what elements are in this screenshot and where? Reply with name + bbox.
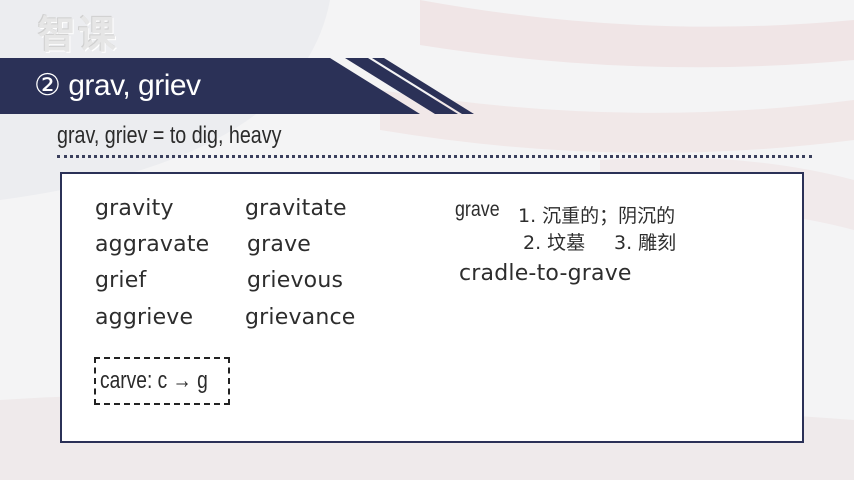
word-grievous: grievous xyxy=(247,268,344,293)
grave-sense-3: 3. 雕刻 xyxy=(614,232,677,254)
word-grief: grief xyxy=(95,268,147,293)
grave-sense-1: 1. 沉重的；阴沉的 xyxy=(518,205,676,227)
page-title: ② grav, griev xyxy=(34,69,201,102)
dotted-divider xyxy=(57,155,812,158)
word-gravity: gravity xyxy=(95,196,174,221)
grave-headword: grave xyxy=(455,198,508,222)
word-aggrieve: aggrieve xyxy=(95,305,194,330)
word-grievance: grievance xyxy=(245,305,356,330)
watermark-logo: 智课 xyxy=(38,13,119,57)
word-grave: grave xyxy=(247,232,312,257)
note-carve: carve: c → g xyxy=(100,367,208,394)
word-aggravate: aggravate xyxy=(95,232,210,257)
grave-sense-2: 2. 坟墓 xyxy=(523,232,586,254)
root-definition: grav, griev = to dig, heavy xyxy=(57,122,282,149)
word-gravitate: gravitate xyxy=(245,196,347,221)
grave-headword-text: grave xyxy=(455,198,500,221)
phrase-cradle-to-grave: cradle-to-grave xyxy=(459,261,632,286)
